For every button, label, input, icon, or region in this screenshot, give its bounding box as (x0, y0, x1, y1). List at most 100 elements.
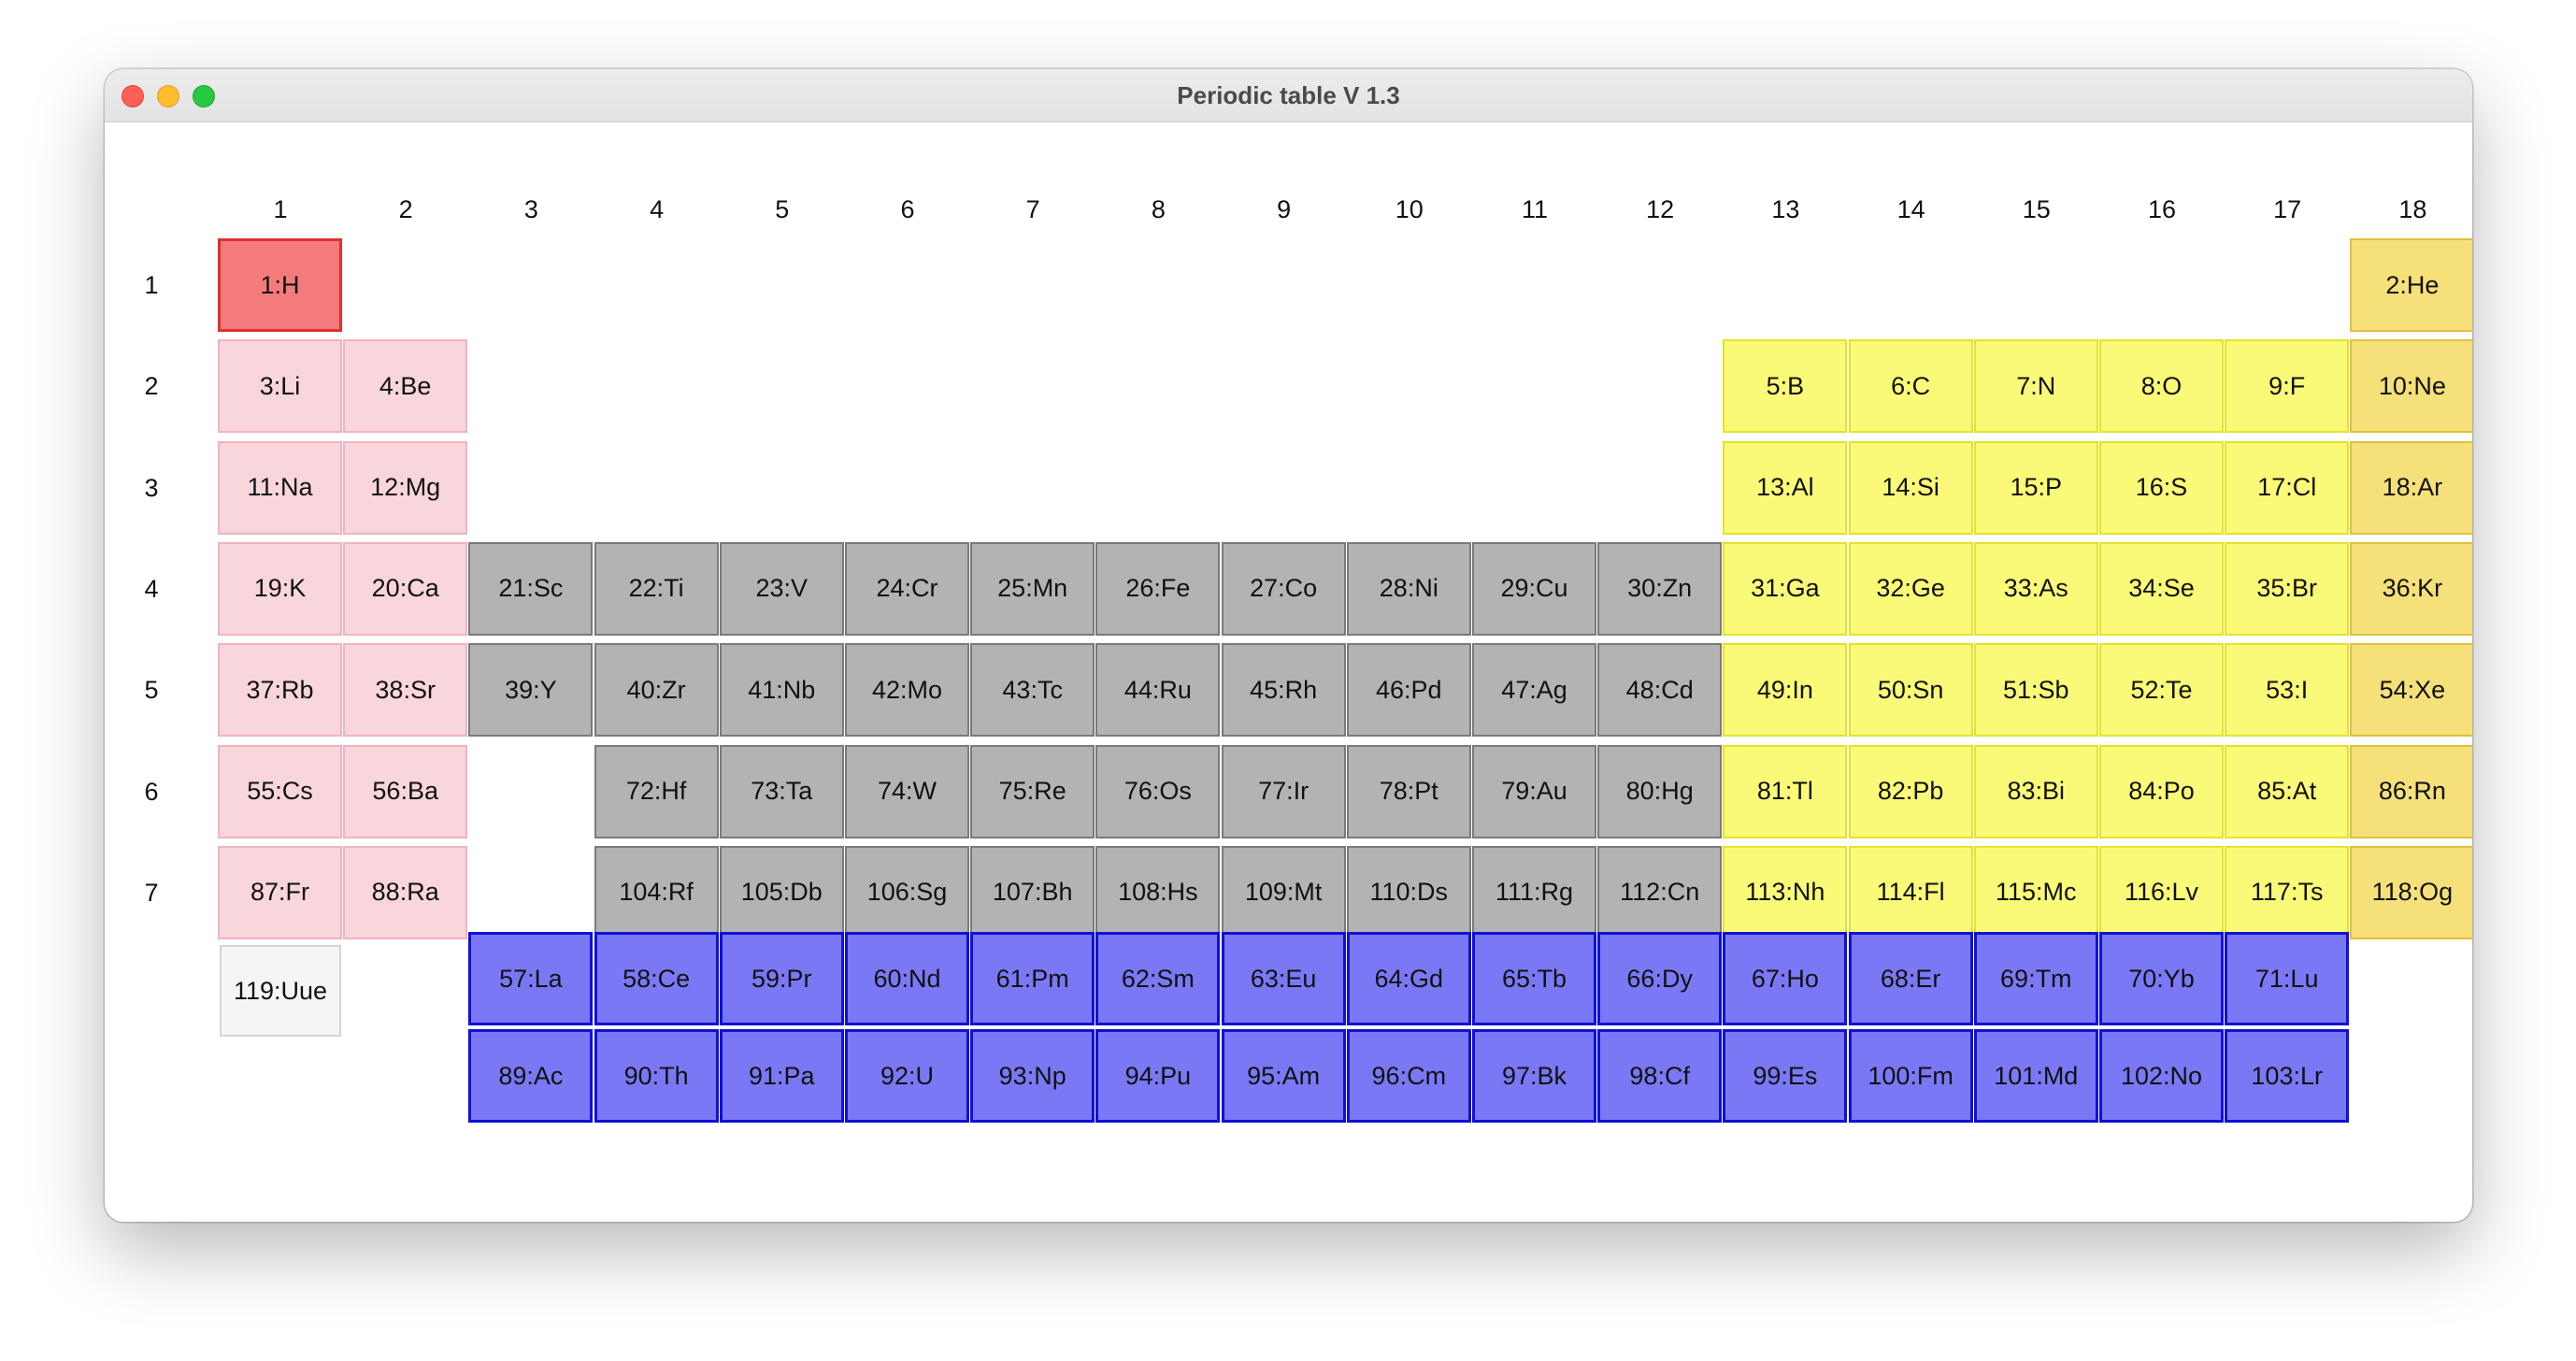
element-cell[interactable]: 55:Cs (218, 744, 342, 838)
element-cell[interactable]: 49:In (1723, 643, 1848, 738)
element-cell[interactable]: 69:Tm (1973, 932, 2098, 1025)
element-cell[interactable]: 38:Sr (343, 643, 468, 738)
element-cell[interactable]: 73:Ta (719, 744, 844, 838)
element-cell[interactable]: 89:Ac (468, 1029, 594, 1123)
element-cell[interactable]: 2:He (2350, 238, 2472, 332)
element-cell[interactable]: 40:Zr (594, 643, 719, 738)
element-cell[interactable]: 21:Sc (468, 541, 594, 636)
element-cell[interactable]: 37:Rb (218, 643, 342, 738)
element-cell[interactable]: 74:W (845, 744, 969, 838)
element-cell[interactable]: 105:Db (719, 845, 844, 939)
element-cell[interactable]: 45:Rh (1221, 643, 1346, 738)
element-cell[interactable]: 36:Kr (2350, 541, 2472, 636)
element-cell[interactable]: 27:Co (1221, 541, 1346, 636)
element-cell[interactable]: 59:Pr (719, 932, 844, 1025)
element-cell[interactable]: 25:Mn (970, 541, 1095, 636)
element-cell[interactable]: 15:P (1973, 440, 2098, 535)
element-cell[interactable]: 88:Ra (343, 845, 468, 939)
element-cell[interactable]: 67:Ho (1723, 932, 1848, 1025)
element-cell[interactable]: 72:Hf (594, 744, 719, 838)
element-cell[interactable]: 115:Mc (1973, 845, 2098, 939)
element-cell[interactable]: 23:V (719, 541, 844, 636)
element-cell[interactable]: 92:U (845, 1029, 969, 1123)
title-bar[interactable]: Periodic table V 1.3 (105, 69, 2472, 122)
element-cell[interactable]: 84:Po (2099, 744, 2224, 838)
element-cell[interactable]: 24:Cr (845, 541, 969, 636)
element-cell[interactable]: 65:Tb (1472, 932, 1596, 1025)
element-cell[interactable]: 86:Rn (2350, 744, 2472, 838)
element-cell[interactable]: 64:Gd (1346, 932, 1471, 1025)
element-cell[interactable]: 54:Xe (2350, 643, 2472, 738)
element-cell[interactable]: 8:O (2099, 339, 2224, 434)
element-cell[interactable]: 109:Mt (1221, 845, 1346, 939)
element-cell[interactable]: 5:B (1723, 339, 1848, 434)
element-cell[interactable]: 1:H (218, 238, 342, 332)
element-cell[interactable]: 93:Np (970, 1029, 1095, 1123)
element-cell[interactable]: 53:I (2225, 643, 2350, 738)
element-cell[interactable]: 20:Ca (343, 541, 468, 636)
element-cell[interactable]: 33:As (1973, 541, 2098, 636)
element-cell[interactable]: 78:Pt (1346, 744, 1471, 838)
element-cell[interactable]: 6:C (1848, 339, 1973, 434)
element-cell[interactable]: 57:La (468, 932, 594, 1025)
element-cell[interactable]: 71:Lu (2225, 932, 2350, 1025)
element-cell[interactable]: 14:Si (1848, 440, 1973, 535)
element-cell[interactable]: 60:Nd (845, 932, 969, 1025)
element-cell[interactable]: 26:Fe (1095, 541, 1221, 636)
element-cell[interactable]: 110:Ds (1346, 845, 1471, 939)
element-cell[interactable]: 112:Cn (1597, 845, 1723, 939)
element-cell[interactable]: 31:Ga (1723, 541, 1848, 636)
element-cell[interactable]: 99:Es (1723, 1029, 1848, 1123)
element-cell[interactable]: 22:Ti (594, 541, 719, 636)
element-cell[interactable]: 95:Am (1221, 1029, 1346, 1123)
element-cell[interactable]: 97:Bk (1472, 1029, 1596, 1123)
element-cell[interactable]: 51:Sb (1973, 643, 2098, 738)
element-cell[interactable]: 3:Li (218, 339, 342, 434)
element-cell[interactable]: 94:Pu (1095, 1029, 1221, 1123)
element-cell[interactable]: 56:Ba (343, 744, 468, 838)
element-cell[interactable]: 18:Ar (2350, 440, 2472, 535)
element-cell[interactable]: 87:Fr (218, 845, 342, 939)
element-cell[interactable]: 28:Ni (1346, 541, 1471, 636)
element-cell[interactable]: 16:S (2099, 440, 2224, 535)
element-cell[interactable]: 100:Fm (1848, 1029, 1973, 1123)
element-cell[interactable]: 48:Cd (1597, 643, 1723, 738)
element-cell[interactable]: 107:Bh (970, 845, 1095, 939)
element-cell[interactable]: 19:K (218, 541, 342, 636)
element-cell[interactable]: 85:At (2225, 744, 2350, 838)
element-cell[interactable]: 82:Pb (1848, 744, 1973, 838)
element-cell[interactable]: 103:Lr (2225, 1029, 2350, 1123)
element-cell[interactable]: 70:Yb (2099, 932, 2224, 1025)
element-cell[interactable]: 117:Ts (2225, 845, 2350, 939)
element-cell[interactable]: 58:Ce (594, 932, 719, 1025)
element-cell[interactable]: 96:Cm (1346, 1029, 1471, 1123)
element-cell[interactable]: 30:Zn (1597, 541, 1723, 636)
element-cell[interactable]: 35:Br (2225, 541, 2350, 636)
element-cell[interactable]: 90:Th (594, 1029, 719, 1123)
element-cell[interactable]: 101:Md (1973, 1029, 2098, 1123)
element-cell[interactable]: 50:Sn (1848, 643, 1973, 738)
element-cell[interactable]: 119:Uue (220, 945, 341, 1038)
element-cell[interactable]: 17:Cl (2225, 440, 2350, 535)
element-cell[interactable]: 98:Cf (1597, 1029, 1723, 1123)
element-cell[interactable]: 46:Pd (1346, 643, 1471, 738)
element-cell[interactable]: 13:Al (1723, 440, 1848, 535)
element-cell[interactable]: 111:Rg (1472, 845, 1596, 939)
element-cell[interactable]: 114:Fl (1848, 845, 1973, 939)
element-cell[interactable]: 63:Eu (1221, 932, 1346, 1025)
element-cell[interactable]: 106:Sg (845, 845, 969, 939)
element-cell[interactable]: 41:Nb (719, 643, 844, 738)
element-cell[interactable]: 9:F (2225, 339, 2350, 434)
element-cell[interactable]: 44:Ru (1095, 643, 1221, 738)
element-cell[interactable]: 102:No (2099, 1029, 2224, 1123)
element-cell[interactable]: 4:Be (343, 339, 468, 434)
element-cell[interactable]: 116:Lv (2099, 845, 2224, 939)
element-cell[interactable]: 75:Re (970, 744, 1095, 838)
element-cell[interactable]: 10:Ne (2350, 339, 2472, 434)
element-cell[interactable]: 80:Hg (1597, 744, 1723, 838)
element-cell[interactable]: 118:Og (2350, 845, 2472, 939)
element-cell[interactable]: 29:Cu (1472, 541, 1596, 636)
element-cell[interactable]: 61:Pm (970, 932, 1095, 1025)
element-cell[interactable]: 79:Au (1472, 744, 1596, 838)
element-cell[interactable]: 76:Os (1095, 744, 1221, 838)
